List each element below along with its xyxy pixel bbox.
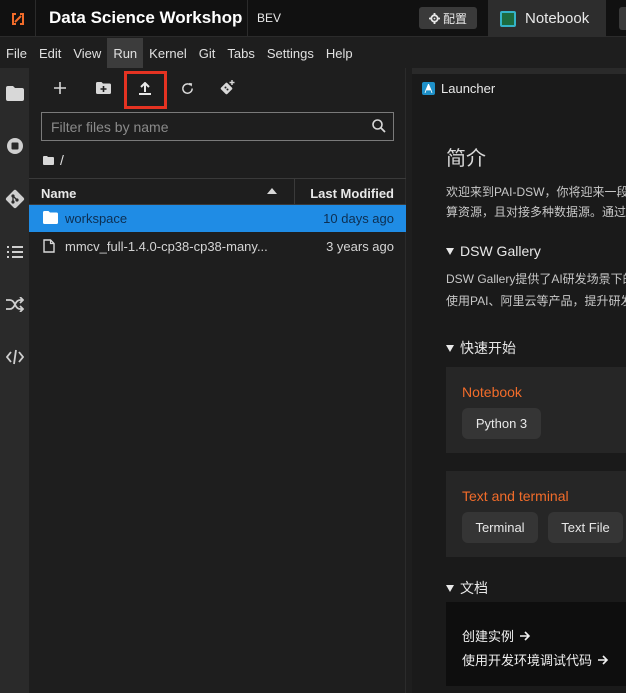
gallery-text: DSW Gallery提供了AI研发场景下的 使用PAI、阿里云等产品，提升研发 [446,268,626,312]
breadcrumb-root[interactable]: / [60,152,64,168]
menu-git[interactable]: Git [193,38,222,68]
menu-tabs[interactable]: Tabs [221,38,260,68]
main-tab-bar: Launcher [412,68,626,102]
config-label: 配置 [442,11,467,26]
section-docs-title: 文档 [460,580,488,596]
notebook-tab[interactable]: Notebook [488,0,606,37]
folder-icon[interactable] [0,78,29,108]
breadcrumb: / [43,152,64,168]
notebook-icon [500,10,516,27]
intro-text: 欢迎来到PAI-DSW，你将迎来一段 算资源，且对接多种数据源。通过 [446,182,626,222]
file-icon [43,239,55,253]
config-button[interactable]: 配置 [419,7,477,29]
column-name[interactable]: Name [41,186,76,201]
git-clone-icon [220,80,235,95]
menu-file[interactable]: File [0,38,33,68]
git-clone-button[interactable] [214,76,242,100]
file-browser-toolbar [29,68,406,109]
new-folder-button[interactable] [89,76,117,100]
arrow-right-icon [598,654,609,665]
top-bar: Data Science Workshop BEV 配置 Notebook [0,0,626,37]
doc-link-label: 使用开发环境调试代码 [462,653,593,668]
menu-settings[interactable]: Settings [261,38,320,68]
file-modified: 3 years ago [326,239,394,254]
terminal-card: Text and terminal Terminal Text File [446,471,626,557]
shuffle-icon[interactable] [0,289,29,319]
section-gallery-title: DSW Gallery [460,243,541,259]
file-filter-input[interactable] [41,112,394,141]
section-quickstart[interactable]: 快速开始 [446,338,516,358]
terminal-button[interactable]: Terminal [462,512,538,543]
list-icon[interactable] [0,237,29,267]
file-list-header: Name Last Modified [29,178,406,205]
gallery-line: DSW Gallery提供了AI研发场景下的 [446,272,626,286]
app-title: Data Science Workshop [49,8,243,27]
menu-run[interactable]: Run [107,38,144,68]
file-browser: / Name Last Modified workspace 10 days a… [29,68,406,693]
python3-button[interactable]: Python 3 [462,408,541,439]
gear-icon [428,12,440,24]
overflow-tab[interactable] [619,7,626,30]
intro-title: 简介 [446,148,486,170]
file-row-mmcv[interactable]: mmcv_full-1.4.0-cp38-cp38-many... 3 year… [29,233,406,260]
section-gallery[interactable]: DSW Gallery [446,243,541,259]
sort-ascending-icon[interactable] [267,188,277,194]
section-quickstart-title: 快速开始 [460,340,516,356]
menu-help[interactable]: Help [320,38,359,68]
activity-bar [0,68,29,693]
code-icon[interactable] [0,342,29,372]
file-row-workspace[interactable]: workspace 10 days ago [29,205,406,232]
file-name: mmcv_full-1.4.0-cp38-cp38-many... [65,239,268,254]
intro-line: 欢迎来到PAI-DSW，你将迎来一段 [446,185,626,199]
refresh-icon [181,82,193,94]
refresh-button[interactable] [173,76,201,100]
file-modified: 10 days ago [323,211,394,226]
search-icon[interactable] [372,119,386,133]
caret-down-icon [446,247,454,255]
column-last-modified[interactable]: Last Modified [310,186,394,201]
doc-link-debug-code[interactable]: 使用开发环境调试代码 [462,650,609,669]
folder-icon[interactable] [43,155,54,165]
tab-launcher-label: Launcher [441,80,496,96]
file-name: workspace [65,211,128,226]
notebook-card-title: Notebook [462,384,522,400]
gallery-line: 使用PAI、阿里云等产品，提升研发 [446,294,626,308]
section-docs[interactable]: 文档 [446,578,488,598]
text-file-button[interactable]: Text File [548,512,623,543]
new-launcher-icon [54,82,66,94]
workspace-name[interactable]: BEV [257,11,281,25]
column-divider[interactable] [294,179,295,204]
doc-link-label: 创建实例 [462,629,515,644]
caret-down-icon [446,344,454,352]
new-launcher-button[interactable] [46,76,74,100]
intro-line: 算资源，且对接多种数据源。通过 [446,205,626,219]
notebook-tab-label: Notebook [525,10,590,27]
menu-view[interactable]: View [67,38,107,68]
doc-link-create-instance[interactable]: 创建实例 [462,626,531,645]
stop-circle-icon[interactable] [0,131,29,161]
dsw-logo-icon[interactable] [0,0,36,37]
caret-down-icon [446,584,454,592]
tab-launcher[interactable]: Launcher [412,72,626,102]
terminal-card-title: Text and terminal [462,488,569,504]
folder-icon [43,211,58,224]
menu-bar: File Edit View Run Kernel Git Tabs Setti… [0,38,626,68]
launcher-panel: 简介 欢迎来到PAI-DSW，你将迎来一段 算资源，且对接多种数据源。通过 DS… [412,102,626,693]
menu-kernel[interactable]: Kernel [143,38,193,68]
docs-card: 创建实例 使用开发环境调试代码 [446,602,626,686]
rocket-icon [422,81,435,95]
notebook-card: Notebook Python 3 [446,367,626,453]
menu-edit[interactable]: Edit [33,38,67,68]
upload-highlight-box [124,71,167,109]
divider [247,0,248,37]
git-icon[interactable] [0,184,29,214]
new-folder-icon [95,82,111,94]
arrow-right-icon [520,630,531,641]
